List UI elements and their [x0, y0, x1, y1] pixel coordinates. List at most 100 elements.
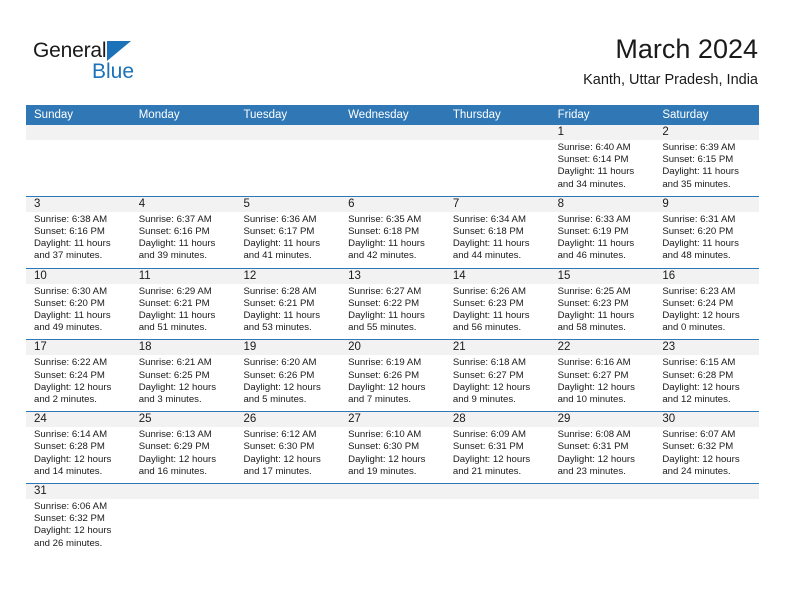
- day-cell[interactable]: Sunrise: 6:19 AM Sunset: 6:26 PM Daylight:…: [340, 355, 445, 411]
- daylight-text: and 16 minutes.: [138, 465, 207, 477]
- day-number[interactable]: 26: [235, 412, 340, 427]
- day-number[interactable]: 17: [26, 340, 131, 355]
- daylight-text: Daylight: 11 hours: [243, 310, 321, 322]
- daylight-text: Daylight: 12 hours: [34, 525, 112, 537]
- day-number[interactable]: 1: [550, 125, 655, 140]
- day-number[interactable]: 28: [445, 412, 550, 427]
- sunset-text: Sunset: 6:30 PM: [243, 441, 315, 453]
- weekday-header-monday: Monday: [138, 109, 180, 121]
- day-number[interactable]: 8: [550, 197, 655, 212]
- day-cell[interactable]: Sunrise: 6:34 AM Sunset: 6:18 PM Daylight:…: [445, 212, 550, 268]
- day-cell[interactable]: Sunrise: 6:18 AM Sunset: 6:27 PM Daylight:…: [445, 355, 550, 411]
- day-cell[interactable]: Sunrise: 6:28 AM Sunset: 6:21 PM Daylight:…: [235, 284, 340, 340]
- daylight-text: and 34 minutes.: [557, 178, 626, 190]
- sunset-text: Sunset: 6:23 PM: [557, 297, 629, 309]
- day-cell[interactable]: Sunrise: 6:16 AM Sunset: 6:27 PM Daylight:…: [550, 355, 655, 411]
- logo-text-general: General: [33, 39, 107, 62]
- day-number[interactable]: 25: [131, 412, 236, 427]
- day-number-empty: [131, 125, 236, 140]
- day-cell[interactable]: Sunrise: 6:08 AM Sunset: 6:31 PM Daylight:…: [550, 427, 655, 483]
- day-number[interactable]: 11: [131, 269, 236, 284]
- day-cell[interactable]: Sunrise: 6:25 AM Sunset: 6:23 PM Daylight:…: [550, 284, 655, 340]
- day-number[interactable]: 24: [26, 412, 131, 427]
- daylight-text: Daylight: 12 hours: [662, 310, 740, 322]
- daylight-text: Daylight: 12 hours: [452, 453, 531, 465]
- day-cell[interactable]: Sunrise: 6:37 AM Sunset: 6:16 PM Daylight:…: [131, 212, 236, 268]
- day-number[interactable]: 19: [235, 340, 340, 355]
- day-number[interactable]: 15: [550, 269, 655, 284]
- day-cell[interactable]: Sunrise: 6:36 AM Sunset: 6:17 PM Daylight:…: [235, 212, 340, 268]
- day-number[interactable]: 16: [654, 269, 759, 284]
- general-blue-logo: General Blue: [33, 40, 163, 88]
- daylight-text: Daylight: 12 hours: [138, 381, 217, 393]
- sunset-text: Sunset: 6:21 PM: [243, 297, 315, 309]
- day-cell[interactable]: Sunrise: 6:06 AM Sunset: 6:32 PM Daylight:…: [26, 499, 131, 555]
- day-cell[interactable]: Sunrise: 6:27 AM Sunset: 6:22 PM Daylight:…: [340, 284, 445, 340]
- day-number[interactable]: 12: [235, 269, 340, 284]
- sunrise-text: Sunrise: 6:19 AM: [348, 357, 422, 369]
- day-cell[interactable]: Sunrise: 6:39 AM Sunset: 6:15 PM Daylight:…: [654, 140, 759, 196]
- day-cell[interactable]: Sunrise: 6:09 AM Sunset: 6:31 PM Daylight:…: [445, 427, 550, 483]
- sunset-text: Sunset: 6:20 PM: [34, 297, 105, 309]
- day-cell[interactable]: Sunrise: 6:15 AM Sunset: 6:28 PM Daylight:…: [654, 355, 759, 411]
- day-cell[interactable]: Sunrise: 6:29 AM Sunset: 6:21 PM Daylight:…: [131, 284, 236, 340]
- day-number[interactable]: 20: [340, 340, 445, 355]
- daylight-text: Daylight: 11 hours: [138, 310, 216, 322]
- day-cell[interactable]: Sunrise: 6:22 AM Sunset: 6:24 PM Daylight:…: [26, 355, 131, 411]
- day-number[interactable]: 27: [340, 412, 445, 427]
- calendar-week-row: 10 11 12 13 14 15 16 Sunrise: 6:30 AM Sunset: 6:…: [26, 267, 759, 340]
- day-cell[interactable]: Sunrise: 6:31 AM Sunset: 6:20 PM Daylight:…: [654, 212, 759, 268]
- day-cell[interactable]: Sunrise: 6:33 AM Sunset: 6:19 PM Daylight:…: [550, 212, 655, 268]
- day-number[interactable]: 21: [445, 340, 550, 355]
- day-number-empty: [550, 484, 655, 499]
- day-number[interactable]: 30: [654, 412, 759, 427]
- day-number[interactable]: 23: [654, 340, 759, 355]
- day-number[interactable]: 3: [26, 197, 131, 212]
- day-cell[interactable]: Sunrise: 6:12 AM Sunset: 6:30 PM Daylight:…: [235, 427, 340, 483]
- day-cell[interactable]: Sunrise: 6:21 AM Sunset: 6:25 PM Daylight:…: [131, 355, 236, 411]
- day-number[interactable]: 29: [550, 412, 655, 427]
- daylight-text: and 17 minutes.: [243, 465, 312, 477]
- daylight-text: and 14 minutes.: [34, 465, 103, 477]
- day-cell-empty: [235, 499, 340, 555]
- daylight-text: and 9 minutes.: [452, 394, 516, 406]
- daylight-text: and 7 minutes.: [348, 394, 412, 406]
- calendar-week-row: 3 4 5 6 7 8 9 Sunrise: 6:38 AM Sunset: 6:16 PM Da…: [26, 195, 759, 268]
- day-number[interactable]: 10: [26, 269, 131, 284]
- page-subtitle: Kanth, Uttar Pradesh, India: [583, 72, 758, 89]
- day-cell[interactable]: Sunrise: 6:13 AM Sunset: 6:29 PM Daylight:…: [131, 427, 236, 483]
- day-number[interactable]: 9: [654, 197, 759, 212]
- day-number[interactable]: 13: [340, 269, 445, 284]
- weekday-header-friday: Friday: [557, 109, 590, 121]
- day-cell[interactable]: Sunrise: 6:38 AM Sunset: 6:16 PM Daylight:…: [26, 212, 131, 268]
- day-cell-empty: [340, 499, 445, 555]
- day-cell[interactable]: Sunrise: 6:26 AM Sunset: 6:23 PM Daylight:…: [445, 284, 550, 340]
- day-number[interactable]: 4: [131, 197, 236, 212]
- sunset-text: Sunset: 6:27 PM: [557, 369, 629, 381]
- day-cell[interactable]: Sunrise: 6:23 AM Sunset: 6:24 PM Daylight:…: [654, 284, 759, 340]
- sunset-text: Sunset: 6:16 PM: [34, 226, 105, 238]
- daylight-text: and 55 minutes.: [348, 322, 417, 334]
- day-cell[interactable]: Sunrise: 6:10 AM Sunset: 6:30 PM Daylight:…: [340, 427, 445, 483]
- day-cell[interactable]: Sunrise: 6:20 AM Sunset: 6:26 PM Daylight:…: [235, 355, 340, 411]
- day-cell[interactable]: Sunrise: 6:35 AM Sunset: 6:18 PM Daylight:…: [340, 212, 445, 268]
- day-number[interactable]: 22: [550, 340, 655, 355]
- day-number[interactable]: 18: [131, 340, 236, 355]
- day-number-empty: [131, 484, 236, 499]
- sunrise-text: Sunrise: 6:28 AM: [243, 285, 317, 297]
- day-number[interactable]: 2: [654, 125, 759, 140]
- sunrise-text: Sunrise: 6:30 AM: [34, 285, 108, 297]
- day-cell[interactable]: Sunrise: 6:40 AM Sunset: 6:14 PM Daylight:…: [550, 140, 655, 196]
- day-number-empty: [654, 484, 759, 499]
- day-number[interactable]: 31: [26, 484, 131, 499]
- weekday-header-row: Sunday Monday Tuesday Wednesday Thursday Frid…: [26, 105, 759, 125]
- day-number-empty: [235, 484, 340, 499]
- day-number[interactable]: 6: [340, 197, 445, 212]
- daylight-text: Daylight: 11 hours: [452, 310, 530, 322]
- day-number[interactable]: 7: [445, 197, 550, 212]
- day-number[interactable]: 5: [235, 197, 340, 212]
- day-cell[interactable]: Sunrise: 6:07 AM Sunset: 6:32 PM Daylight:…: [654, 427, 759, 483]
- day-cell[interactable]: Sunrise: 6:30 AM Sunset: 6:20 PM Daylight:…: [26, 284, 131, 340]
- day-number[interactable]: 14: [445, 269, 550, 284]
- day-cell[interactable]: Sunrise: 6:14 AM Sunset: 6:28 PM Daylight:…: [26, 427, 131, 483]
